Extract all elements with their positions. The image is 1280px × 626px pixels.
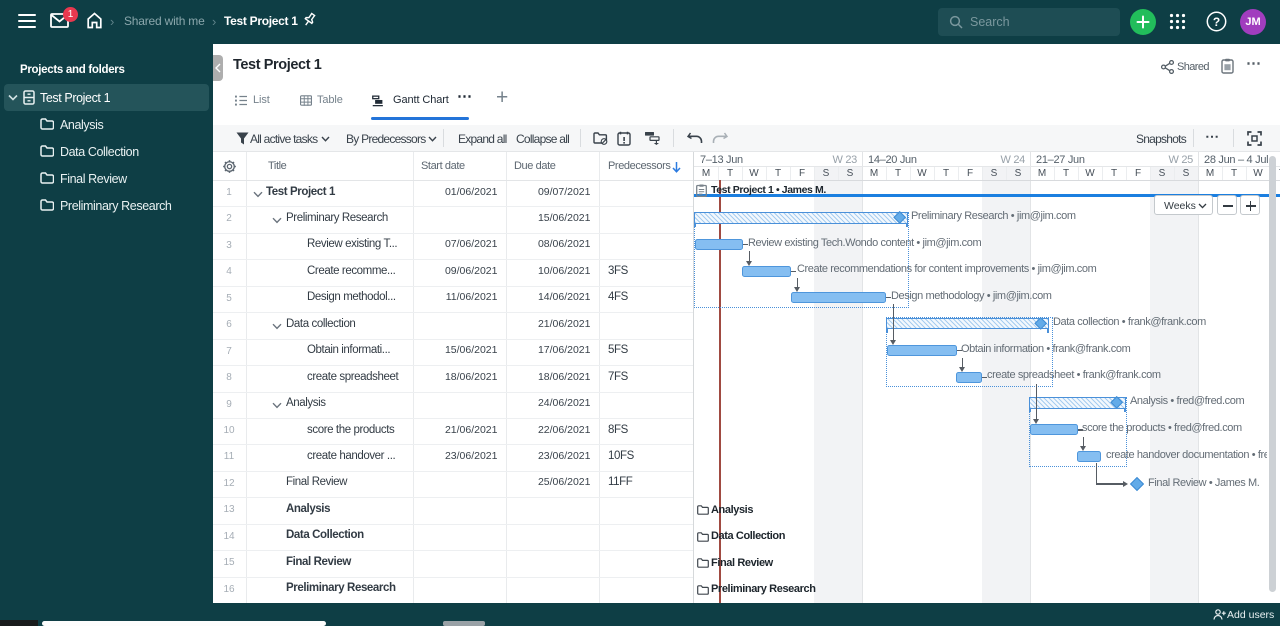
svg-text:?: ?	[1213, 15, 1220, 29]
